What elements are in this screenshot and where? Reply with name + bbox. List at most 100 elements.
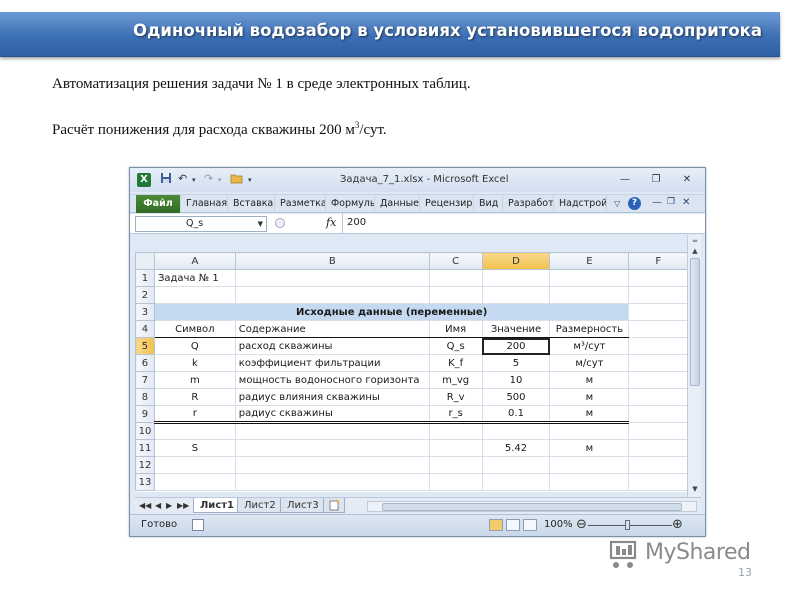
cell-f13[interactable]	[628, 473, 688, 491]
cell-b10[interactable]	[234, 422, 430, 440]
zoom-out-icon[interactable]: ⊖	[576, 517, 587, 532]
next-sheet-icon[interactable]: ▶	[166, 501, 172, 510]
cell-e4[interactable]: Размерность	[549, 320, 630, 338]
cell-f11[interactable]	[628, 439, 688, 457]
cell-b12[interactable]	[234, 456, 430, 474]
cell-f9[interactable]	[628, 405, 688, 423]
cell-b6[interactable]: коэффициент фильтрации	[234, 354, 430, 372]
name-box[interactable]: Q_s ▼	[135, 216, 267, 232]
page-layout-view-icon[interactable]	[506, 519, 520, 531]
cell-c5[interactable]: Q_s	[428, 337, 483, 355]
cell-d11[interactable]: 5.42	[481, 439, 551, 457]
cell-f6[interactable]	[628, 354, 688, 372]
cell-f7[interactable]	[628, 371, 688, 389]
cell-c8[interactable]: R_v	[428, 388, 483, 406]
cell-a10[interactable]	[153, 422, 236, 440]
row-header[interactable]: 11	[135, 439, 155, 457]
worksheet-grid[interactable]: A B C D E F 1 Задача № 1 2 3 Исходные данные (пере…	[135, 252, 688, 492]
column-header-b[interactable]: B	[234, 252, 430, 270]
cell-a5[interactable]: Q	[153, 337, 236, 355]
undo-dropdown-icon[interactable]: ▾	[192, 176, 196, 184]
cell-f10[interactable]	[628, 422, 688, 440]
cell-a2[interactable]	[153, 286, 236, 304]
cell-f4[interactable]	[628, 320, 688, 338]
cell-f12[interactable]	[628, 456, 688, 474]
row-header[interactable]: 7	[135, 371, 155, 389]
page-break-view-icon[interactable]	[523, 519, 537, 531]
formula-bar-resize-icon[interactable]	[275, 218, 285, 228]
row-header[interactable]: 8	[135, 388, 155, 406]
tab-insert[interactable]: Вставка	[229, 195, 275, 213]
cell-a6[interactable]: k	[153, 354, 236, 372]
cell-e12[interactable]	[549, 456, 630, 474]
close-icon[interactable]: ✕	[679, 173, 695, 187]
tab-page-layout[interactable]: Разметка	[276, 195, 326, 213]
tab-file[interactable]: Файл	[136, 195, 181, 213]
cell-d5[interactable]: 200	[481, 337, 551, 355]
cell-d13[interactable]	[481, 473, 551, 491]
cell-a4[interactable]: Символ	[153, 320, 236, 338]
vertical-scroll-thumb[interactable]	[690, 258, 700, 386]
cell-d2[interactable]	[481, 286, 551, 304]
cell-b5[interactable]: расход скважины	[234, 337, 430, 355]
sheet-tab-2[interactable]: Лист2	[237, 498, 283, 513]
workbook-minimize-icon[interactable]: —	[652, 197, 662, 208]
tab-home[interactable]: Главная	[182, 195, 228, 213]
column-header-f[interactable]: F	[628, 252, 688, 270]
cell-f1[interactable]	[628, 269, 688, 287]
cell-e10[interactable]	[549, 422, 630, 440]
cell-c1[interactable]	[428, 269, 483, 287]
cell-b4[interactable]: Содержание	[234, 320, 430, 338]
row-header[interactable]: 10	[135, 422, 155, 440]
scroll-down-icon[interactable]: ▼	[688, 485, 702, 493]
zoom-level[interactable]: 100%	[544, 519, 573, 530]
save-icon[interactable]	[160, 172, 172, 187]
macro-record-icon[interactable]	[192, 519, 204, 531]
open-folder-icon[interactable]	[230, 172, 244, 187]
cell-e11[interactable]: м	[549, 439, 630, 457]
help-icon[interactable]: ?	[628, 197, 641, 210]
ribbon-minimize-icon[interactable]: ▽	[614, 199, 620, 208]
cell-e1[interactable]	[549, 269, 630, 287]
section-header-cell[interactable]: Исходные данные (переменные)	[153, 303, 630, 321]
cell-b2[interactable]	[234, 286, 430, 304]
sheet-tab-3[interactable]: Лист3	[280, 498, 326, 513]
column-header-a[interactable]: A	[153, 252, 236, 270]
cell-e6[interactable]: м/сут	[549, 354, 630, 372]
horizontal-scroll-thumb[interactable]	[382, 503, 682, 511]
cell-b13[interactable]	[234, 473, 430, 491]
row-header[interactable]: 5	[135, 337, 155, 355]
cell-a9[interactable]: r	[153, 405, 236, 424]
formula-input[interactable]: 200	[342, 214, 682, 233]
tab-developer[interactable]: Разработ	[504, 195, 554, 213]
cell-e7[interactable]: м	[549, 371, 630, 389]
cell-e13[interactable]	[549, 473, 630, 491]
cell-c12[interactable]	[428, 456, 483, 474]
cell-c10[interactable]	[428, 422, 483, 440]
tab-data[interactable]: Данные	[376, 195, 420, 213]
cell-e2[interactable]	[549, 286, 630, 304]
last-sheet-icon[interactable]: ▶▶	[177, 501, 189, 510]
cell-f8[interactable]	[628, 388, 688, 406]
cell-b1[interactable]	[234, 269, 430, 287]
cell-d9[interactable]: 0.1	[481, 405, 551, 424]
row-header[interactable]: 3	[135, 303, 155, 321]
customize-qat-icon[interactable]: ▾	[248, 176, 252, 184]
tab-review[interactable]: Рецензир	[421, 195, 474, 213]
cell-f5[interactable]	[628, 337, 688, 355]
cell-d8[interactable]: 500	[481, 388, 551, 406]
cell-b7[interactable]: мощность водоносного горизонта	[234, 371, 430, 389]
zoom-in-icon[interactable]: ⊕	[672, 517, 683, 532]
cell-e9[interactable]: м	[549, 405, 630, 424]
column-header-d[interactable]: D	[481, 252, 551, 270]
cell-b9[interactable]: радиус скважины	[234, 405, 430, 424]
cell-c9[interactable]: r_s	[428, 405, 483, 424]
scroll-split-icon[interactable]: ═	[688, 237, 702, 245]
prev-sheet-icon[interactable]: ◀	[155, 501, 161, 510]
cell-d12[interactable]	[481, 456, 551, 474]
row-header[interactable]: 1	[135, 269, 155, 287]
sheet-tab-1[interactable]: Лист1	[193, 498, 241, 513]
column-header-e[interactable]: E	[549, 252, 630, 270]
first-sheet-icon[interactable]: ◀◀	[139, 501, 151, 510]
redo-dropdown-icon[interactable]: ▾	[218, 176, 222, 184]
